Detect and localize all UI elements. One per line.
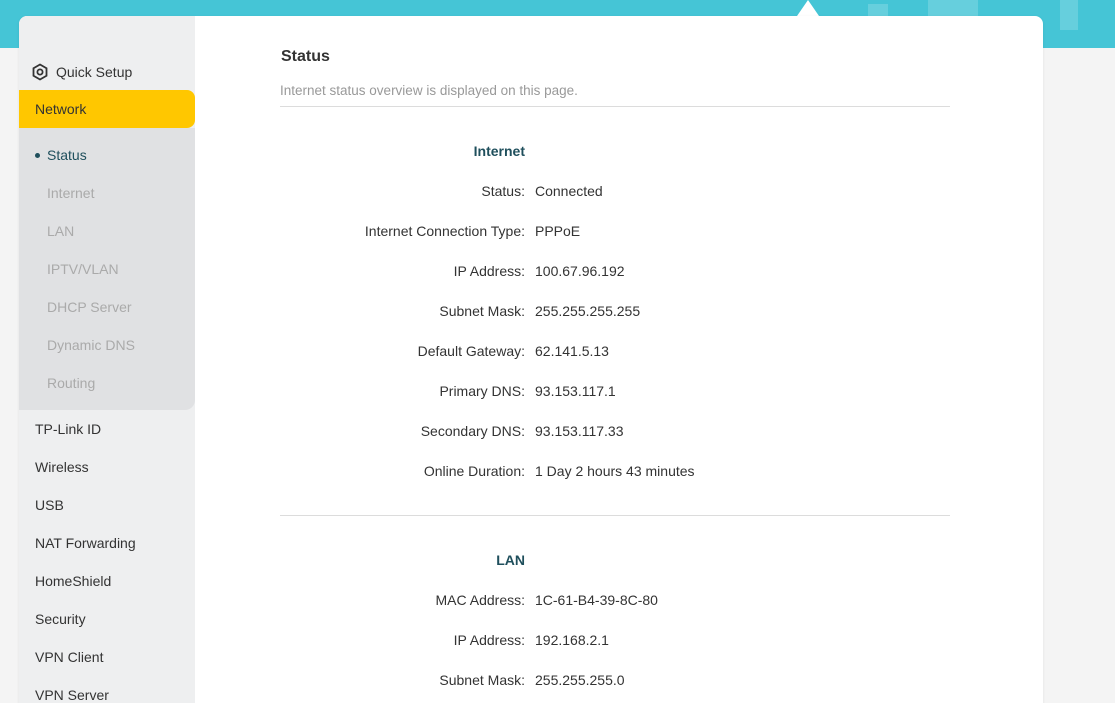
field-label: MAC Address: [435, 592, 525, 608]
page-description: Internet status overview is displayed on… [280, 83, 578, 98]
submenu-item-internet[interactable]: Internet [47, 185, 94, 201]
field-label: Subnet Mask: [439, 672, 525, 688]
field-value-primary-dns: 93.153.117.1 [535, 383, 616, 399]
field-value-ip-address: 100.67.96.192 [535, 263, 625, 279]
sidebar-item-usb[interactable]: USB [35, 497, 64, 513]
divider [280, 106, 950, 107]
section-heading-lan: LAN [496, 552, 525, 568]
field-value-subnet-mask: 255.255.255.255 [535, 303, 641, 319]
submenu-item-lan[interactable]: LAN [47, 223, 74, 239]
sidebar-item-network[interactable]: Network [19, 90, 195, 128]
field-value-lan-ip-address: 192.168.2.1 [535, 632, 609, 648]
field-label: Online Duration: [423, 463, 525, 479]
field-value-secondary-dns: 93.153.117.33 [535, 423, 624, 439]
submenu-item-status[interactable]: Status [47, 147, 87, 163]
submenu-item-iptv-vlan[interactable]: IPTV/VLAN [47, 261, 119, 277]
active-indicator-dot [35, 153, 40, 158]
sidebar-item-label: Quick Setup [56, 64, 133, 80]
page-title: Status [281, 48, 330, 65]
submenu-item-dhcp-server[interactable]: DHCP Server [47, 299, 132, 315]
gear-icon [32, 63, 48, 81]
field-label: Primary DNS: [439, 383, 525, 399]
banner-decoration [1060, 0, 1078, 30]
sidebar-item-quick-setup[interactable]: Quick Setup [31, 62, 132, 82]
field-label: Status: [481, 183, 525, 199]
field-label: Default Gateway: [417, 343, 525, 359]
field-value-online-duration: 1 Day 2 hours 43 minutes [535, 463, 695, 479]
main-panel: Quick Setup Network Status Internet LAN … [19, 16, 1043, 703]
divider [280, 515, 950, 516]
submenu-item-dynamic-dns[interactable]: Dynamic DNS [47, 337, 135, 353]
section-heading-internet: Internet [473, 143, 525, 159]
field-value-status: Connected [535, 183, 603, 199]
sidebar-item-wireless[interactable]: Wireless [35, 459, 89, 475]
sidebar-item-homeshield[interactable]: HomeShield [35, 573, 111, 589]
field-label: IP Address: [453, 632, 525, 648]
sidebar-item-vpn-client[interactable]: VPN Client [35, 649, 103, 665]
sidebar-item-vpn-server[interactable]: VPN Server [35, 687, 109, 703]
sidebar-item-nat-forwarding[interactable]: NAT Forwarding [35, 535, 136, 551]
field-label: Subnet Mask: [439, 303, 525, 319]
sidebar: Quick Setup Network Status Internet LAN … [19, 16, 195, 703]
field-value-mac-address: 1C-61-B4-39-8C-80 [535, 592, 658, 608]
field-label: IP Address: [453, 263, 525, 279]
field-value-default-gateway: 62.141.5.13 [535, 343, 609, 359]
page: Quick Setup Network Status Internet LAN … [0, 0, 1115, 703]
field-label: Internet Connection Type: [364, 223, 525, 239]
submenu-item-routing[interactable]: Routing [47, 375, 95, 391]
sidebar-item-security[interactable]: Security [35, 611, 86, 627]
menu-pointer-notch [797, 0, 819, 16]
field-value-lan-subnet-mask: 255.255.255.0 [535, 672, 625, 688]
sidebar-item-tp-link-id[interactable]: TP-Link ID [35, 421, 101, 437]
content-area: Status Internet status overview is displ… [195, 16, 1043, 703]
field-label: Secondary DNS: [420, 423, 525, 439]
field-value-connection-type: PPPoE [535, 223, 581, 239]
